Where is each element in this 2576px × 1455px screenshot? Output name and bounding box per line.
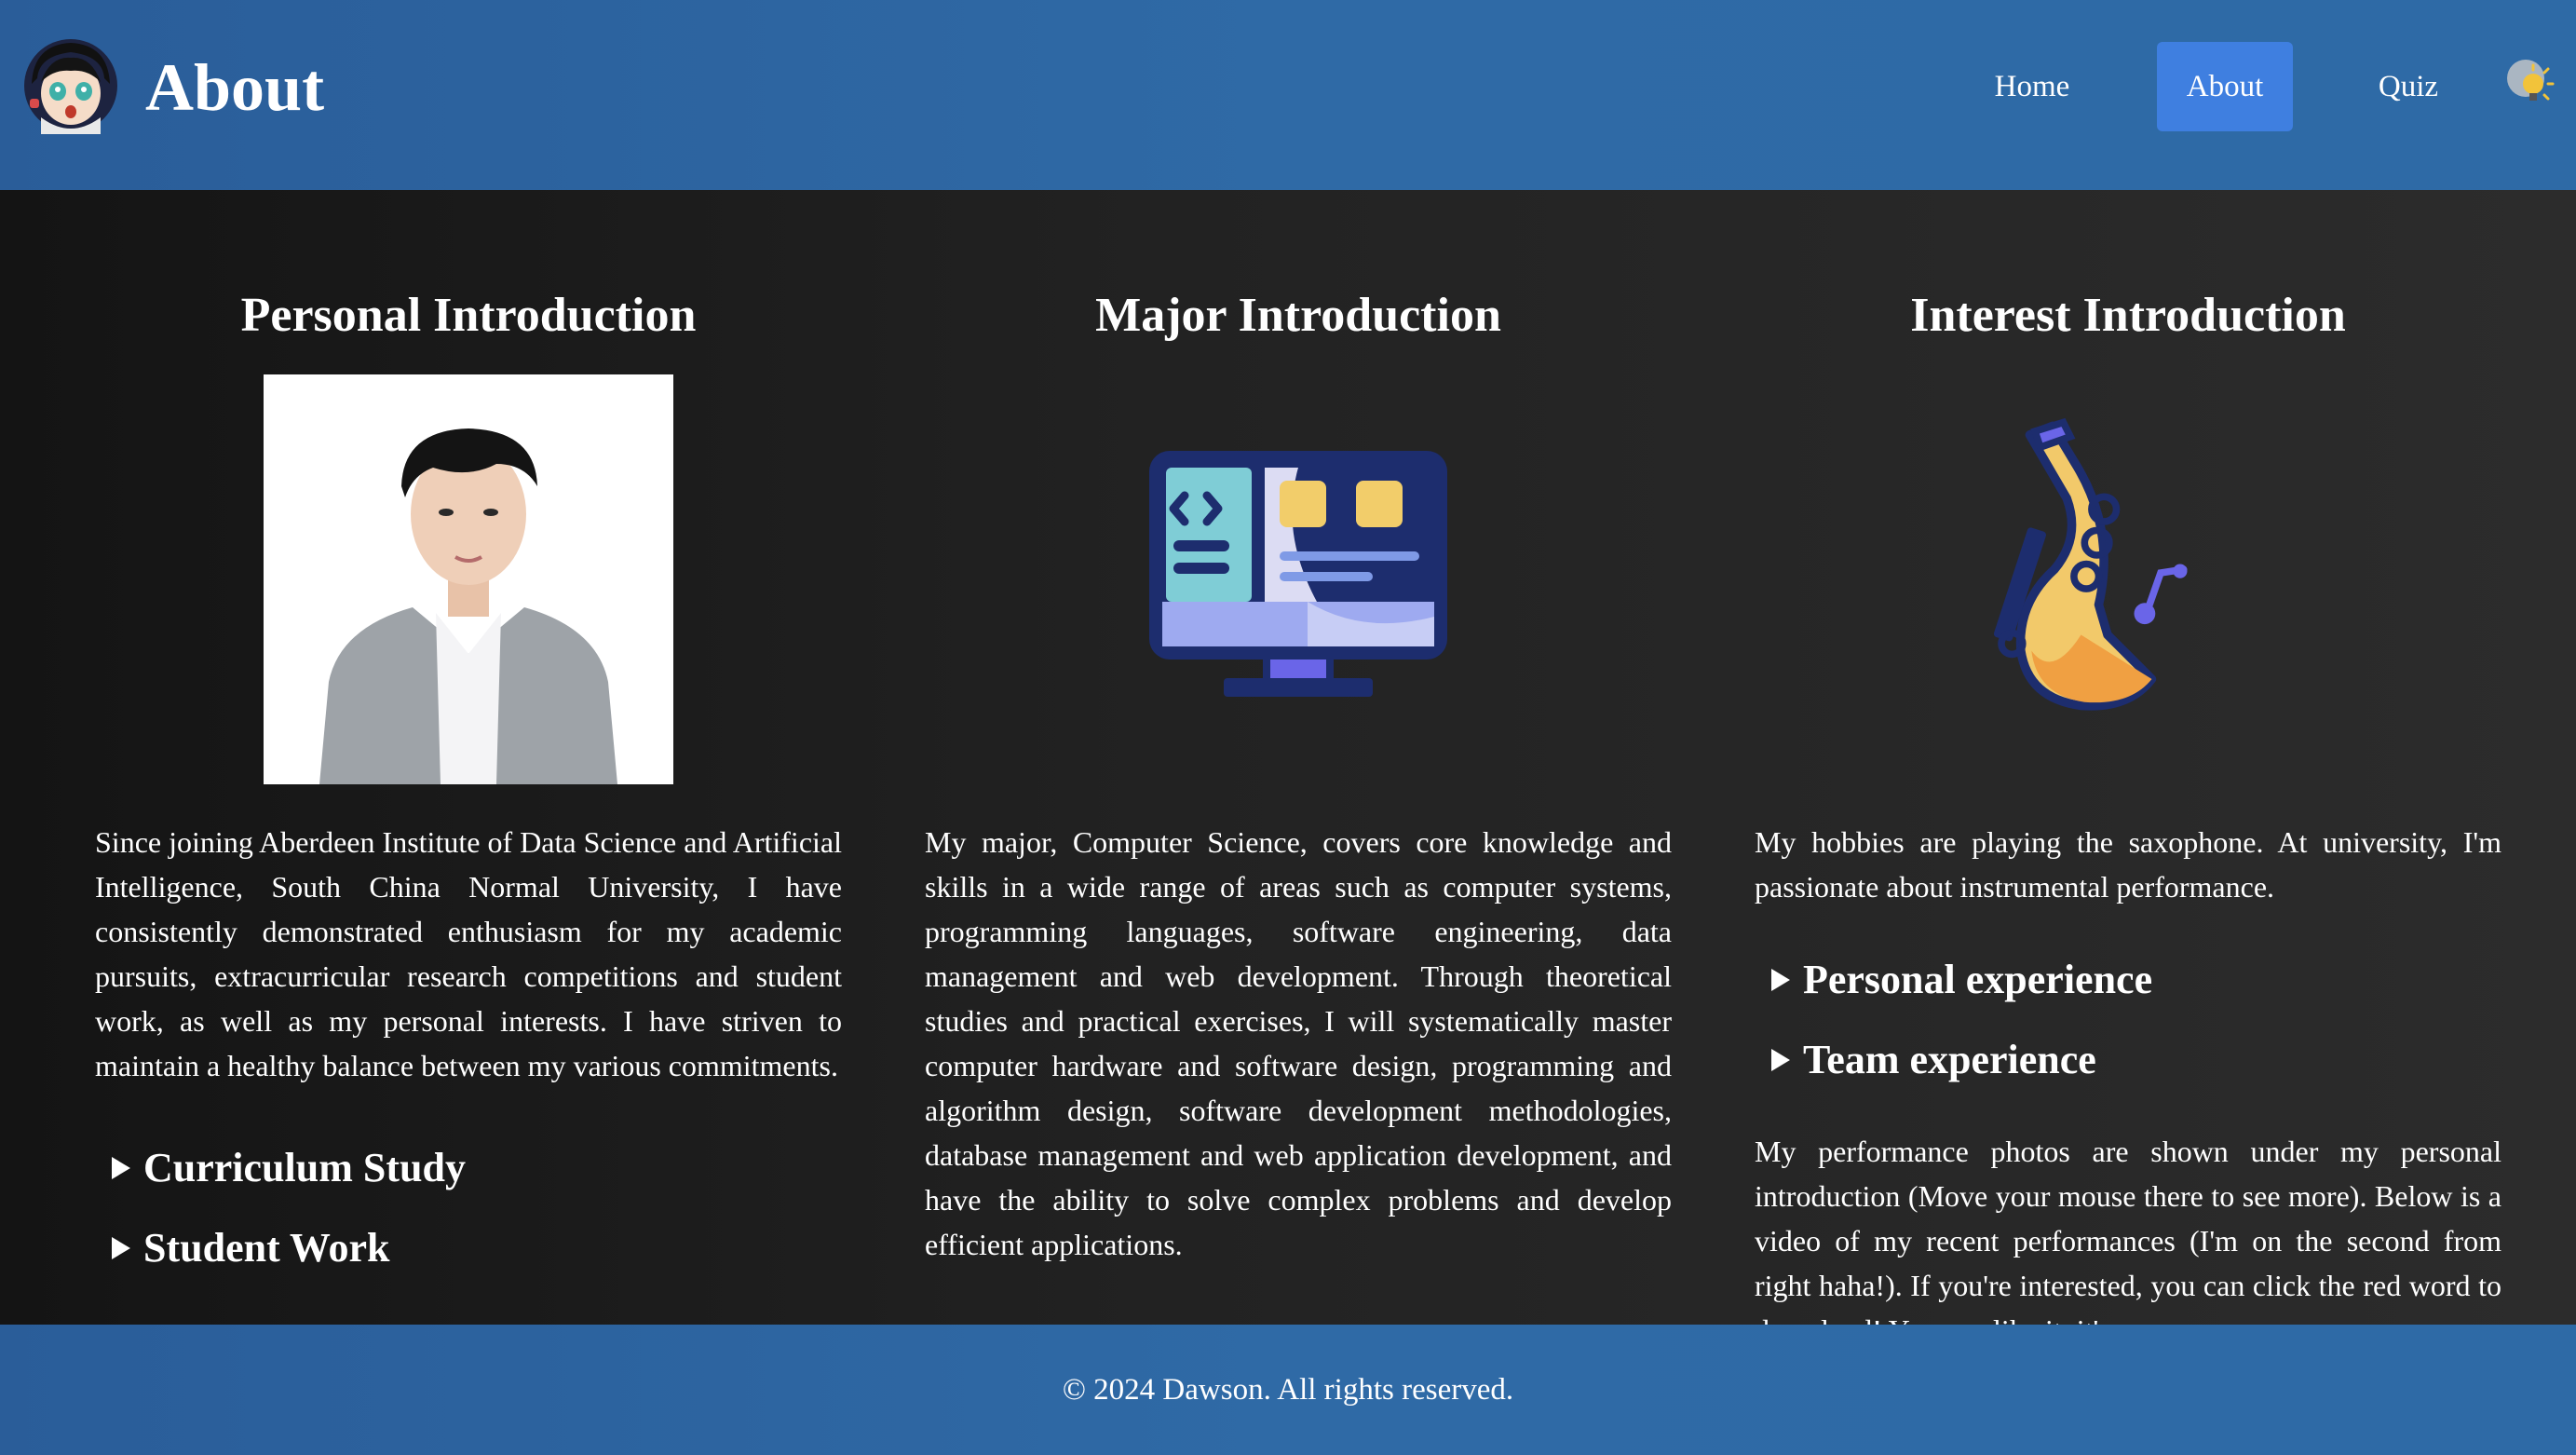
portrait-photo bbox=[264, 374, 673, 784]
main-content: Personal Introduction Since joining Aber… bbox=[0, 190, 2576, 1325]
personal-introduction-section: Personal Introduction Since joining Aber… bbox=[95, 190, 842, 1325]
major-introduction-section: Major Introduction My major, Computer Sc… bbox=[925, 190, 1672, 1325]
personal-experience-toggle[interactable]: Personal experience bbox=[1771, 952, 2152, 1008]
site-header: About Home About Quiz bbox=[0, 0, 2576, 190]
personal-intro-text: Since joining Aberdeen Institute of Data… bbox=[95, 825, 842, 1082]
team-experience-label: Team experience bbox=[1803, 1037, 2096, 1082]
site-footer: © 2024 Dawson. All rights reserved. bbox=[0, 1325, 2576, 1455]
computer-monitor-icon bbox=[1149, 451, 1447, 697]
section-title: Personal Introduction bbox=[240, 289, 697, 342]
section-title: Interest Introduction bbox=[1910, 289, 2346, 342]
performance-text: My performance photos are shown under my… bbox=[1755, 1135, 2501, 1325]
triangle-right-icon bbox=[1771, 1048, 1790, 1071]
curriculum-study-label: Curriculum Study bbox=[143, 1145, 466, 1190]
triangle-right-icon bbox=[1771, 968, 1790, 991]
personal-experience-label: Personal experience bbox=[1803, 957, 2153, 1002]
student-work-label: Student Work bbox=[143, 1225, 390, 1271]
copyright-text: © 2024 Dawson. All rights reserved. bbox=[1062, 1373, 1514, 1407]
nav-about[interactable]: About bbox=[2157, 42, 2293, 131]
student-work-toggle[interactable]: Student Work bbox=[112, 1220, 390, 1276]
interest-intro-text: My hobbies are playing the saxophone. At… bbox=[1755, 825, 2501, 904]
triangle-right-icon bbox=[112, 1156, 130, 1179]
curriculum-study-toggle[interactable]: Curriculum Study bbox=[112, 1140, 466, 1196]
nav-home[interactable]: Home bbox=[1965, 42, 2099, 131]
saxophone-icon bbox=[1993, 417, 2188, 711]
nav-quiz[interactable]: Quiz bbox=[2349, 42, 2468, 131]
section-title: Major Introduction bbox=[1095, 289, 1501, 342]
triangle-right-icon bbox=[112, 1236, 130, 1259]
major-intro-text: My major, Computer Science, covers core … bbox=[925, 825, 1672, 1261]
team-experience-toggle[interactable]: Team experience bbox=[1771, 1032, 2096, 1088]
interest-introduction-section: Interest Introduction My hobbies are pla… bbox=[1755, 190, 2501, 1325]
lightbulb-icon[interactable] bbox=[2503, 56, 2559, 112]
main-nav: Home About Quiz bbox=[0, 42, 2576, 131]
